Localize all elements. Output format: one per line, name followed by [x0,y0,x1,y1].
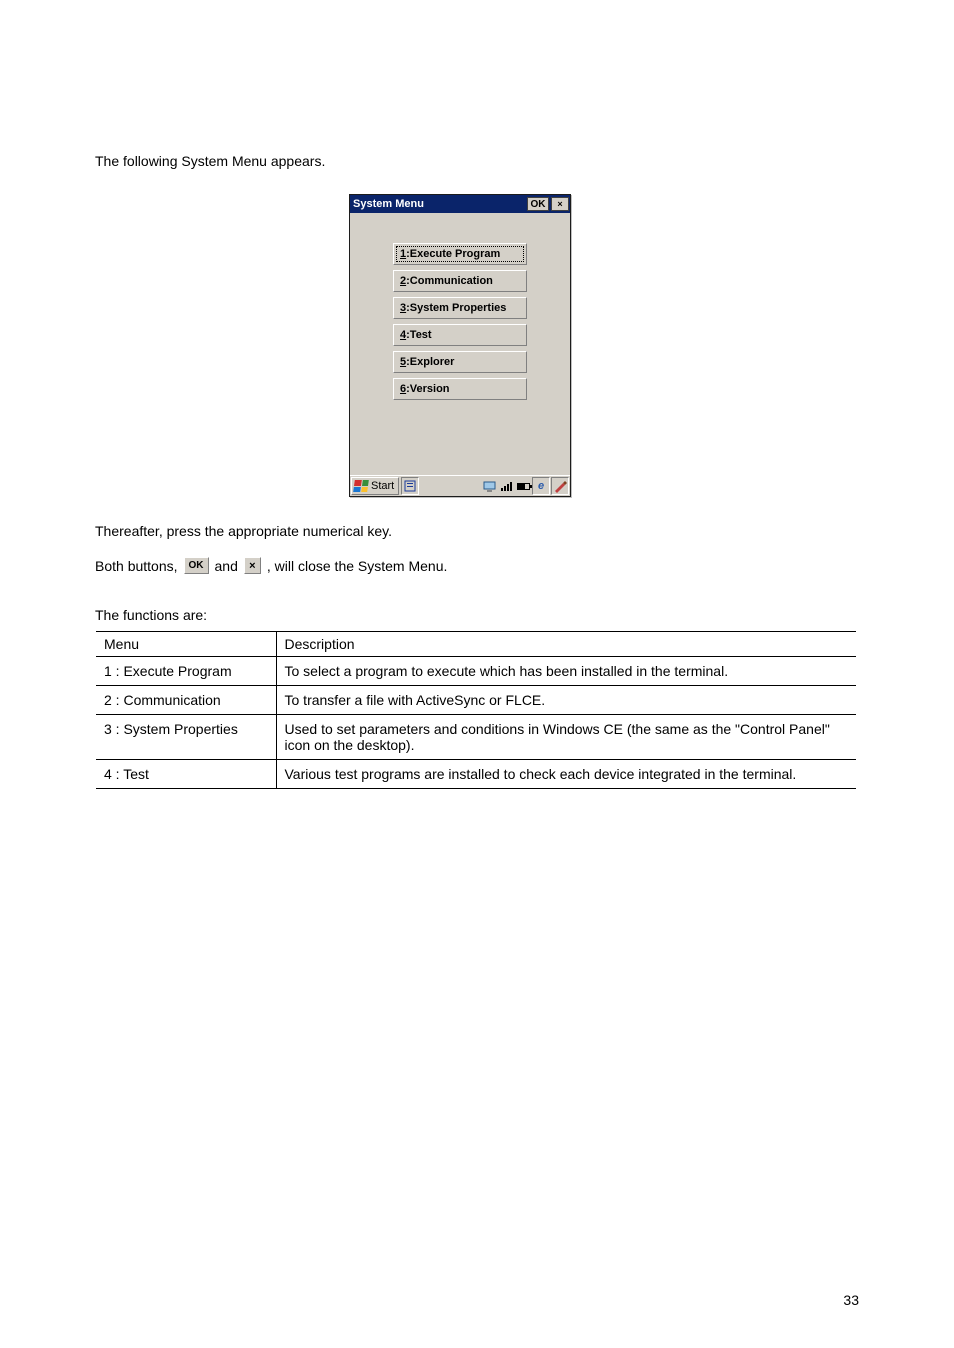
ie-tray-icon[interactable]: e [532,477,550,495]
cell-menu: 1 : Execute Program [96,657,276,686]
inline-ok-icon: OK [184,557,209,574]
inline-close-icon: × [244,557,261,574]
note-buttons-close: Both buttons, OK and × , will close the … [95,557,875,574]
titlebar-close-button[interactable]: × [551,197,569,211]
note-press-key: Thereafter, press the appropriate numeri… [95,523,875,539]
intro-text: The following System Menu appears. [95,152,875,170]
system-tray: e [481,477,569,495]
header-description: Description [276,632,856,657]
menu-item-version[interactable]: 6:Version [393,378,527,400]
system-menu-window: System Menu OK × 1:Execute Program 2:Com… [349,194,571,497]
menu-item-test[interactable]: 4:Test [393,324,527,346]
desktop-tray-icon[interactable] [481,478,497,494]
table-row: 2 : Communication To transfer a file wit… [96,686,856,715]
taskbar: Start e [350,475,570,496]
cell-desc: Used to set parameters and conditions in… [276,715,856,760]
menu-item-explorer[interactable]: 5:Explorer [393,351,527,373]
header-menu: Menu [96,632,276,657]
client-area: 1:Execute Program 2:Communication 3:Syst… [350,213,570,476]
cell-desc: To select a program to execute which has… [276,657,856,686]
functions-table: Menu Description 1 : Execute Program To … [96,631,856,789]
cell-desc: Various test programs are installed to c… [276,760,856,789]
battery-icon [515,478,531,494]
table-row: 3 : System Properties Used to set parame… [96,715,856,760]
cell-menu: 4 : Test [96,760,276,789]
pen-tray-icon[interactable] [551,477,569,495]
table-header-row: Menu Description [96,632,856,657]
cell-desc: To transfer a file with ActiveSync or FL… [276,686,856,715]
cell-menu: 3 : System Properties [96,715,276,760]
cell-menu: 2 : Communication [96,686,276,715]
menu-item-communication[interactable]: 2:Communication [393,270,527,292]
window-title: System Menu [353,198,424,210]
page-number: 33 [843,1292,859,1308]
signal-icon [498,478,514,494]
functions-label: The functions are: [95,607,207,623]
titlebar: System Menu OK × [350,195,570,213]
menu-item-system-properties[interactable]: 3:System Properties [393,297,527,319]
start-button[interactable]: Start [351,477,399,495]
taskbar-app-icon[interactable] [401,477,419,495]
windows-flag-icon [353,480,369,492]
titlebar-ok-button[interactable]: OK [527,197,549,211]
table-row: 4 : Test Various test programs are insta… [96,760,856,789]
menu-item-execute-program[interactable]: 1:Execute Program [393,243,527,265]
start-label: Start [371,480,394,492]
table-row: 1 : Execute Program To select a program … [96,657,856,686]
